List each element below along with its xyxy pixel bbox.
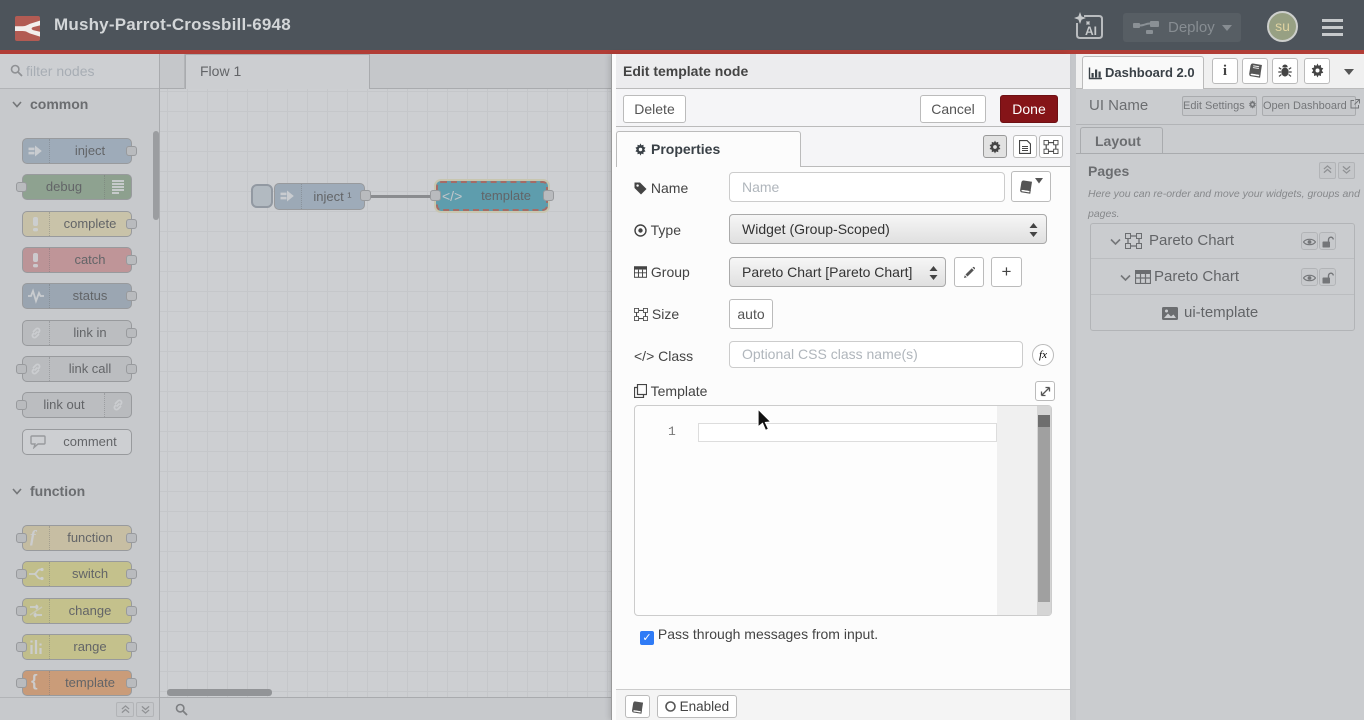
svg-text:AI: AI bbox=[1085, 24, 1097, 38]
